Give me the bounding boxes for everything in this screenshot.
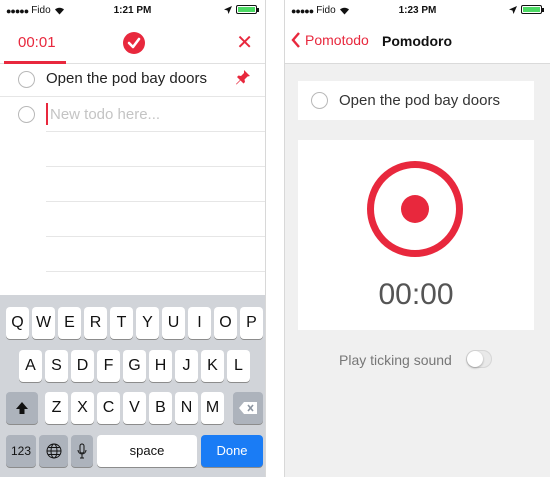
key-d[interactable]: D bbox=[71, 350, 94, 382]
shift-key[interactable] bbox=[6, 392, 38, 424]
keyboard: Q W E R T Y U I O P A S D F G H J K L Z … bbox=[0, 295, 265, 477]
timer-display: 00:00 bbox=[378, 278, 454, 311]
todo-screen: ●●●●● Fido 1:21 PM 00:01 ✕ Open the pod … bbox=[0, 0, 266, 477]
globe-key[interactable] bbox=[39, 435, 68, 467]
location-icon bbox=[224, 5, 232, 14]
key-b[interactable]: B bbox=[149, 392, 172, 424]
key-a[interactable]: A bbox=[19, 350, 42, 382]
todo-item[interactable]: Open the pod bay doors bbox=[0, 62, 265, 96]
key-x[interactable]: X bbox=[71, 392, 94, 424]
key-e[interactable]: E bbox=[58, 307, 81, 339]
delete-key[interactable] bbox=[233, 392, 263, 424]
key-i[interactable]: I bbox=[188, 307, 211, 339]
close-icon[interactable]: ✕ bbox=[236, 30, 253, 55]
page-title: Pomodoro bbox=[382, 33, 452, 49]
shift-icon bbox=[16, 402, 28, 414]
backspace-icon bbox=[239, 402, 257, 414]
key-k[interactable]: K bbox=[201, 350, 224, 382]
key-h[interactable]: H bbox=[149, 350, 172, 382]
todo-checkbox[interactable] bbox=[311, 92, 328, 109]
ticking-sound-toggle[interactable] bbox=[466, 350, 492, 368]
timer-display[interactable]: 00:01 bbox=[18, 34, 56, 51]
done-key[interactable]: Done bbox=[201, 435, 263, 467]
key-w[interactable]: W bbox=[32, 307, 55, 339]
new-todo-input[interactable] bbox=[46, 103, 246, 125]
divider bbox=[46, 131, 265, 132]
divider bbox=[46, 201, 265, 202]
key-p[interactable]: P bbox=[240, 307, 263, 339]
new-todo-row[interactable] bbox=[0, 97, 265, 131]
key-y[interactable]: Y bbox=[136, 307, 159, 339]
key-g[interactable]: G bbox=[123, 350, 146, 382]
location-icon bbox=[509, 5, 517, 14]
todo-checkbox bbox=[18, 106, 35, 123]
todo-text: Open the pod bay doors bbox=[339, 92, 500, 109]
todo-text: Open the pod bay doors bbox=[46, 70, 207, 87]
key-u[interactable]: U bbox=[162, 307, 185, 339]
key-f[interactable]: F bbox=[97, 350, 120, 382]
key-z[interactable]: Z bbox=[45, 392, 68, 424]
dictation-key[interactable] bbox=[71, 435, 93, 467]
pomodoro-screen: ●●●●● Fido 1:23 PM Pomotodo Pomodoro Ope… bbox=[284, 0, 550, 477]
record-button[interactable] bbox=[367, 161, 463, 257]
space-key[interactable]: space bbox=[97, 435, 197, 467]
key-l[interactable]: L bbox=[227, 350, 250, 382]
pomodoro-timer-bar: 00:01 ✕ bbox=[0, 22, 265, 64]
key-n[interactable]: N bbox=[175, 392, 198, 424]
microphone-icon bbox=[77, 443, 87, 459]
divider bbox=[46, 236, 265, 237]
key-v[interactable]: V bbox=[123, 392, 146, 424]
record-icon bbox=[401, 195, 429, 223]
todo-checkbox[interactable] bbox=[18, 71, 35, 88]
divider bbox=[46, 271, 265, 272]
key-j[interactable]: J bbox=[175, 350, 198, 382]
battery-icon bbox=[236, 5, 259, 14]
key-q[interactable]: Q bbox=[6, 307, 29, 339]
key-o[interactable]: O bbox=[214, 307, 237, 339]
key-t[interactable]: T bbox=[110, 307, 133, 339]
ticking-sound-label: Play ticking sound bbox=[339, 352, 452, 368]
battery-icon bbox=[521, 5, 544, 14]
key-m[interactable]: M bbox=[201, 392, 224, 424]
key-c[interactable]: C bbox=[97, 392, 120, 424]
current-todo-card[interactable]: Open the pod bay doors bbox=[298, 81, 534, 120]
back-button[interactable]: Pomotodo bbox=[291, 32, 369, 48]
toggle-knob bbox=[467, 351, 483, 367]
numbers-key[interactable]: 123 bbox=[6, 435, 36, 467]
timer-card: 00:00 bbox=[298, 140, 534, 330]
chevron-left-icon bbox=[291, 32, 300, 48]
status-bar: ●●●●● Fido 1:23 PM bbox=[285, 0, 550, 20]
globe-icon bbox=[46, 443, 61, 459]
pin-icon[interactable] bbox=[235, 69, 251, 85]
divider bbox=[46, 166, 265, 167]
key-r[interactable]: R bbox=[84, 307, 107, 339]
navigation-bar: Pomotodo Pomodoro bbox=[285, 20, 550, 64]
status-bar: ●●●●● Fido 1:21 PM bbox=[0, 0, 265, 20]
key-s[interactable]: S bbox=[45, 350, 68, 382]
back-label: Pomotodo bbox=[305, 32, 369, 48]
pomotodo-logo-icon[interactable] bbox=[123, 32, 145, 54]
